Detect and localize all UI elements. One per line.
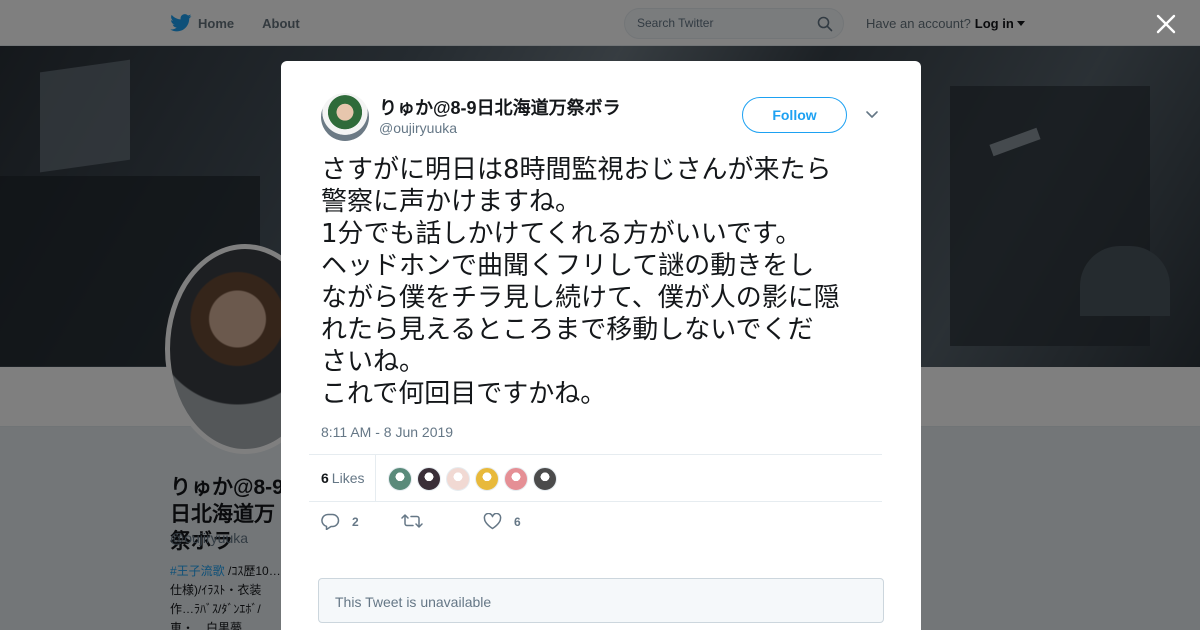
unavailable-text: This Tweet is unavailable bbox=[335, 594, 492, 610]
chevron-down-icon[interactable] bbox=[865, 108, 879, 122]
tweet-timestamp[interactable]: 8:11 AM - 8 Jun 2019 bbox=[321, 424, 453, 440]
like-count: 6 bbox=[514, 514, 521, 529]
reply-button[interactable]: 2 bbox=[321, 513, 359, 530]
liker-avatar[interactable] bbox=[475, 467, 499, 491]
liker-avatar[interactable] bbox=[417, 467, 441, 491]
retweet-button[interactable] bbox=[401, 513, 435, 529]
author-name[interactable]: りゅか@8-9日北海道万祭ボラ bbox=[379, 94, 621, 120]
tweet-modal: りゅか@8-9日北海道万祭ボラ @oujiryuuka Follow さすがに明… bbox=[281, 61, 921, 630]
likes-count: 6 bbox=[321, 470, 329, 486]
unavailable-tweet-card: This Tweet is unavailable bbox=[318, 578, 884, 623]
tweet-stats: 6 Likes bbox=[309, 454, 882, 502]
likes-label: Likes bbox=[331, 470, 365, 486]
tweet-text: さすがに明日は8時間監視おじさんが来たら 警察に声かけますね。 1分でも話しかけ… bbox=[321, 155, 840, 409]
retweet-icon bbox=[401, 514, 423, 528]
likes-stat[interactable]: 6 Likes bbox=[321, 470, 364, 486]
reply-icon bbox=[321, 513, 340, 530]
liker-avatar[interactable] bbox=[504, 467, 528, 491]
follow-button[interactable]: Follow bbox=[742, 97, 847, 133]
liker-avatar[interactable] bbox=[533, 467, 557, 491]
author-avatar[interactable] bbox=[321, 93, 369, 141]
heart-icon bbox=[483, 513, 502, 530]
reply-count: 2 bbox=[352, 514, 359, 529]
author-handle[interactable]: @oujiryuuka bbox=[379, 120, 457, 136]
liker-avatar[interactable] bbox=[446, 467, 470, 491]
liker-avatars bbox=[388, 467, 562, 491]
liker-avatar[interactable] bbox=[388, 467, 412, 491]
close-icon[interactable] bbox=[1154, 12, 1178, 36]
stats-divider bbox=[375, 455, 376, 501]
like-button[interactable]: 6 bbox=[483, 513, 521, 530]
